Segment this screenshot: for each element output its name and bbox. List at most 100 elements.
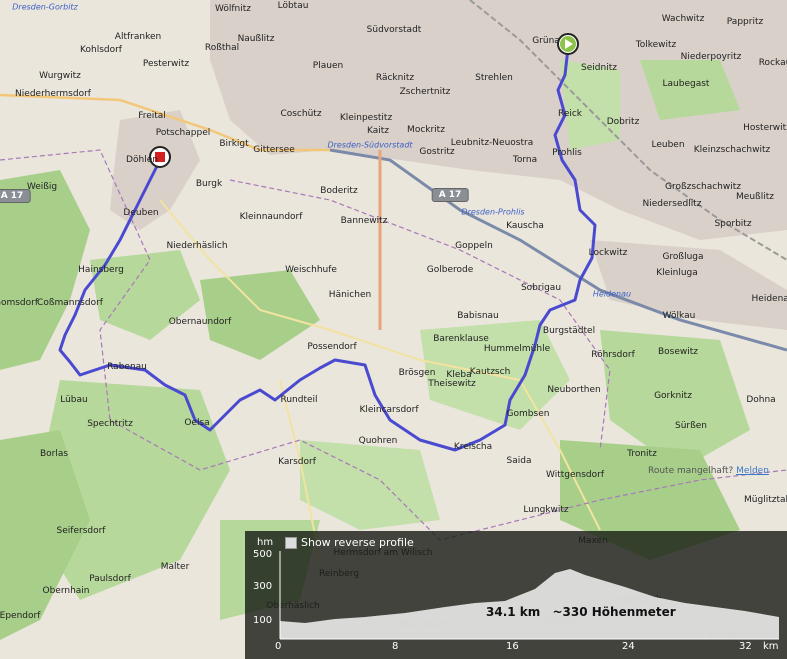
place-label: Borlas [39, 449, 69, 459]
place-label: Brösgen [398, 368, 436, 378]
place-label: Lübau [60, 395, 88, 405]
route-stats: 34.1 km ~330 Höhenmeter [486, 605, 684, 619]
place-label: Prohlis [552, 148, 582, 158]
place-label: Leubnitz-Neuostra [450, 138, 534, 148]
road-label-prohlis: Dresden-Prohlis [461, 207, 525, 217]
place-label: Kaitz [366, 126, 390, 136]
place-label: Burgk [195, 179, 223, 189]
x-tick-32: 32 [739, 641, 752, 652]
place-label: Birkigt [219, 139, 249, 149]
place-label: Gittersee [253, 145, 295, 155]
place-label: Großzschachwitz [665, 182, 741, 192]
place-label: Torna [512, 155, 538, 165]
x-tick-0: 0 [275, 641, 282, 652]
place-label: Wittgensdorf [546, 470, 604, 480]
place-label: Hainsberg [78, 265, 124, 275]
map-view[interactable]: Löbtau Wölfnitz Südvorstadt Altfranken Naußl… [0, 0, 787, 659]
place-label: Hummelmühle [483, 344, 551, 354]
place-label: Meußlitz [736, 192, 774, 202]
place-label: Niederhermsdorf [15, 89, 91, 99]
place-label: Quohren [358, 436, 398, 446]
place-label: Laubegast [662, 79, 710, 89]
place-label: Großluga [662, 252, 704, 262]
place-label: Niederpoyritz [680, 52, 742, 62]
place-label: Coßmannsdorf [37, 298, 103, 308]
place-label: Wurgwitz [39, 71, 81, 81]
place-label: Kreischa [453, 442, 493, 452]
reverse-profile-label: Show reverse profile [301, 536, 414, 549]
place-label: Niederhäslich [166, 241, 228, 251]
y-tick-500: 500 [253, 549, 273, 560]
place-label: Niedersedlitz [642, 199, 702, 209]
place-label: Kauscha [506, 221, 544, 231]
place-label: Sobrigau [520, 283, 562, 293]
place-label: Döhlen [126, 155, 158, 165]
place-label: Possendorf [307, 342, 357, 352]
place-label: Wölkau [662, 311, 696, 321]
place-label: Dohna [746, 395, 776, 405]
elevation-profile: Show reverse profile hm 500 300 100 0 8 … [245, 531, 787, 659]
place-label: Seifersdorf [56, 526, 106, 536]
x-tick-24: 24 [622, 641, 635, 652]
place-label: Müglitztal [744, 495, 787, 505]
place-label: Barenklause [433, 334, 489, 344]
place-label: Golberode [426, 265, 474, 275]
show-reverse-profile[interactable]: Show reverse profile [285, 536, 414, 549]
a17-shield-small: A 17 [0, 189, 31, 203]
place-label: Naußlitz [237, 34, 275, 44]
place-label: Gombsen [506, 409, 550, 419]
x-tick-16: 16 [506, 641, 519, 652]
report-route: Route mangelhaft? Melden [648, 466, 769, 476]
place-label: Löbtau [277, 1, 309, 11]
road-label-heidenau: Heidenau [592, 289, 632, 299]
place-label: Plauen [312, 61, 344, 71]
place-label: Dobritz [606, 117, 640, 127]
road-label-gorbitz: Dresden-Gorbitz [12, 2, 78, 12]
place-label: Altfranken [114, 32, 162, 42]
place-label: Weischhufe [285, 265, 337, 275]
place-label: Kleinzschachwitz [693, 145, 771, 155]
place-label: Kleinnaundorf [239, 212, 303, 222]
report-link[interactable]: Melden [736, 466, 769, 476]
place-label: Grüna [532, 36, 560, 46]
place-label: Wachwitz [661, 14, 705, 24]
place-label: Gostritz [419, 147, 455, 157]
place-label: Oelsa [184, 418, 210, 428]
place-label: Spechtritz [87, 419, 133, 429]
place-label: Malter [160, 562, 190, 572]
place-label: Bannewitz [340, 216, 388, 226]
place-label: Pesterwitz [142, 59, 190, 69]
road-label-suedvorstadt: Dresden-Südvorstadt [327, 140, 413, 150]
place-label: Hosterwitz [743, 123, 787, 133]
place-label: Boderitz [320, 186, 358, 196]
place-label: Röhrsdorf [591, 350, 635, 360]
y-axis-unit: hm [257, 537, 274, 548]
place-label: Theisewitz [428, 379, 476, 389]
place-label: Räcknitz [375, 73, 415, 83]
place-label: Lungkwitz [523, 505, 569, 515]
place-label: Burgstädtel [542, 326, 596, 336]
place-label: Strehlen [475, 73, 513, 83]
place-label: Roßthal [204, 43, 240, 53]
place-label: Kleinpestitz [339, 113, 393, 123]
place-label: Kautzsch [469, 367, 511, 377]
place-label: Obernaundorf [168, 317, 232, 327]
x-axis-unit: km [763, 641, 779, 652]
place-label: Paulsdorf [89, 574, 131, 584]
place-label: Weißig [26, 182, 58, 192]
place-label: Gomsdorf [0, 298, 39, 308]
play-icon [560, 36, 576, 52]
place-label: Karsdorf [278, 457, 316, 467]
reverse-profile-checkbox[interactable] [285, 536, 297, 549]
place-label: Gorknitz [654, 391, 692, 401]
place-label: Saida [506, 456, 532, 466]
route-start-marker[interactable] [557, 33, 579, 55]
place-label: Freital [138, 111, 166, 121]
place-label: Potschappel [155, 128, 211, 138]
place-label: Kleincarsdorf [359, 405, 419, 415]
route-distance: 34.1 km [486, 605, 541, 619]
place-label: Tronitz [627, 449, 657, 459]
a17-shield: A 17 [431, 188, 469, 202]
place-label: Rockau [758, 58, 787, 68]
elevation-chart [279, 551, 779, 640]
